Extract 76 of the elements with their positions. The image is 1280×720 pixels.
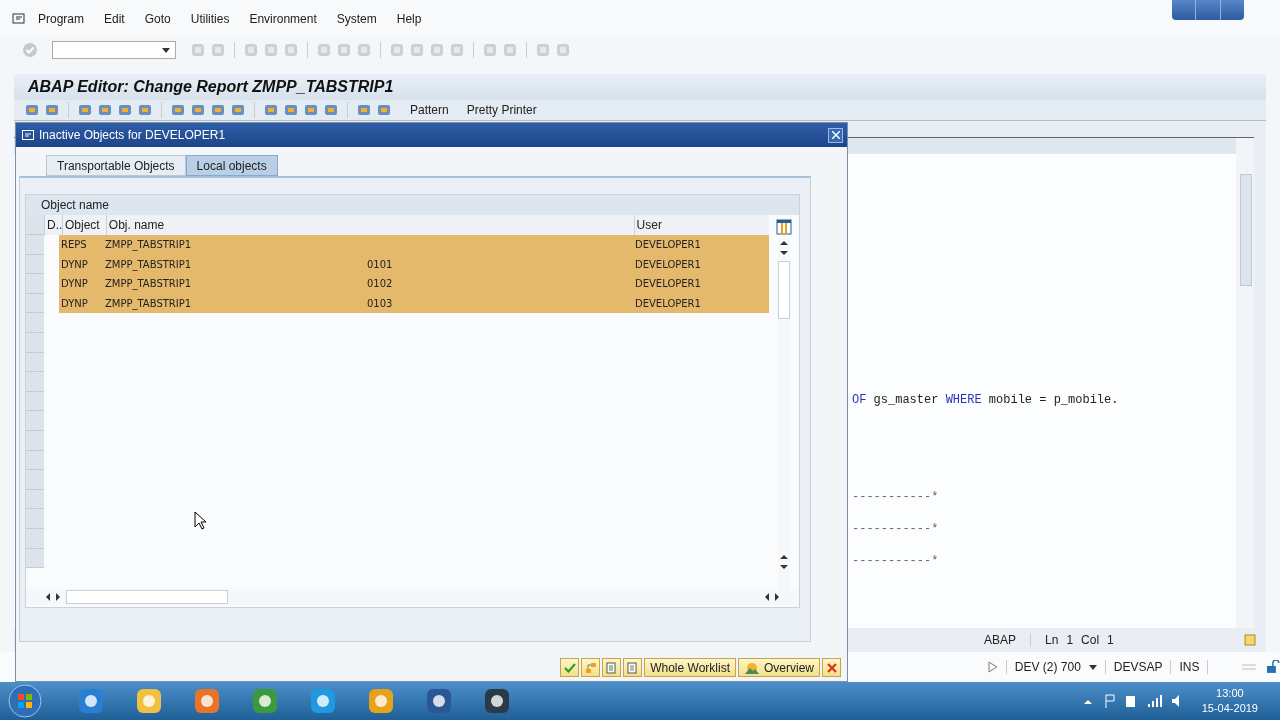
list-button[interactable] — [602, 658, 622, 677]
table-cell-text: DYNP — [60, 278, 89, 290]
code-text: mobile = p_mobile. — [988, 393, 1119, 407]
code-keyword: WHERE — [945, 393, 982, 407]
overview-button[interactable]: Overview — [738, 658, 820, 677]
table-cell-text: DEVELOPER1 — [634, 258, 702, 270]
column-label: Col — [1081, 633, 1100, 647]
table-cell-text: ZMPP_TABSTRIP1 — [105, 278, 193, 290]
table-cell: 0102 — [367, 278, 393, 290]
system-info[interactable]: DEV (2) 700 — [1014, 660, 1081, 674]
table-row[interactable]: DYNP ZMPP_TABSTRIP1 0101 DEVELOPER1 — [59, 254, 769, 275]
start-button[interactable] — [8, 684, 42, 718]
code-keyword: OF — [852, 393, 867, 407]
server-name: DEVSAP — [1113, 660, 1163, 674]
table-row[interactable]: DYNP ZMPP_TABSTRIP1 0103 DEVELOPER1 — [59, 293, 769, 314]
table-cell-text: DYNP — [60, 298, 89, 310]
scrollbar[interactable] — [26, 589, 799, 605]
toolbar-button[interactable]: Pretty Printer — [466, 103, 537, 117]
scrollbar[interactable] — [778, 239, 790, 589]
insert-mode: INS — [1179, 660, 1200, 674]
menu-icon[interactable] — [12, 13, 26, 25]
tab[interactable]: Local objects — [185, 155, 278, 176]
table-cell-text: DEVELOPER1 — [634, 239, 702, 251]
table-cell: 0101 — [367, 258, 393, 270]
table-cell: 0103 — [367, 298, 393, 310]
mouse-pointer — [194, 511, 206, 530]
window-title: ABAP Editor: Change Report ZMPP_TABSTRIP1 — [28, 78, 394, 96]
lock-icon[interactable] — [1266, 660, 1280, 674]
clock-time[interactable]: 13:00 — [1216, 686, 1244, 701]
table-title: Object name — [41, 198, 110, 212]
window-controls[interactable] — [1172, 0, 1244, 20]
table-row[interactable]: REPS ZMPP_TABSTRIP1 DEVELOPER1 — [59, 235, 769, 255]
table-cell-text: ZMPP_TABSTRIP1 — [105, 258, 193, 270]
worklist-button[interactable]: Whole Worklist — [644, 658, 736, 677]
close-button[interactable] — [828, 127, 843, 143]
menu-item[interactable]: Environment — [249, 12, 317, 26]
menu-item[interactable]: System — [336, 12, 377, 26]
toolbar-button[interactable]: Pattern — [410, 103, 449, 117]
layout-icon[interactable] — [776, 219, 792, 235]
command-field[interactable] — [52, 41, 176, 59]
menu-item[interactable]: Help — [396, 12, 422, 26]
row-selector[interactable] — [26, 548, 44, 569]
table-cell-text: DEVELOPER1 — [634, 298, 702, 310]
menu-item[interactable]: Goto — [144, 12, 171, 26]
check-icon[interactable] — [22, 42, 38, 58]
language-label: ABAP — [984, 633, 1016, 647]
confirm-button[interactable] — [560, 658, 580, 677]
caret-icon[interactable] — [162, 47, 170, 53]
code-text: gs_master — [873, 393, 939, 407]
table-cell-text: ZMPP_TABSTRIP1 — [105, 298, 193, 310]
comment-line: -----------* — [852, 490, 939, 504]
check-icon[interactable] — [563, 662, 576, 673]
caret-icon[interactable] — [1088, 664, 1097, 670]
landscape-icon[interactable] — [744, 661, 760, 674]
table-cell-text: ZMPP_TABSTRIP1 — [105, 239, 193, 251]
hierarchy-button[interactable] — [581, 658, 601, 677]
menu-item[interactable]: Edit — [104, 12, 125, 26]
clock-date[interactable]: 15-04-2019 — [1201, 701, 1258, 716]
table-row[interactable]: DYNP ZMPP_TABSTRIP1 0102 DEVELOPER1 — [59, 274, 769, 294]
menu-item[interactable]: Utilities — [190, 12, 230, 26]
note-icon[interactable] — [1244, 634, 1256, 646]
line-number: 1 — [1066, 633, 1074, 647]
dialog-title: Inactive Objects for DEVELOPER1 — [39, 128, 226, 142]
tab[interactable]: Transportable Objects — [46, 155, 186, 176]
document-button[interactable] — [623, 658, 643, 677]
table-cell-text: REPS — [60, 239, 88, 251]
column-number: 1 — [1107, 633, 1114, 647]
table-cell-text: DEVELOPER1 — [634, 278, 702, 290]
cancel-button[interactable] — [822, 658, 841, 677]
comment-line: -----------* — [852, 522, 939, 536]
line-label: Ln — [1045, 633, 1059, 647]
scrollbar[interactable] — [1236, 138, 1254, 628]
menu-item[interactable]: Program — [38, 12, 84, 26]
table-cell-text: DYNP — [60, 258, 89, 270]
close-icon[interactable] — [826, 662, 837, 673]
comment-line: -----------* — [852, 554, 939, 568]
